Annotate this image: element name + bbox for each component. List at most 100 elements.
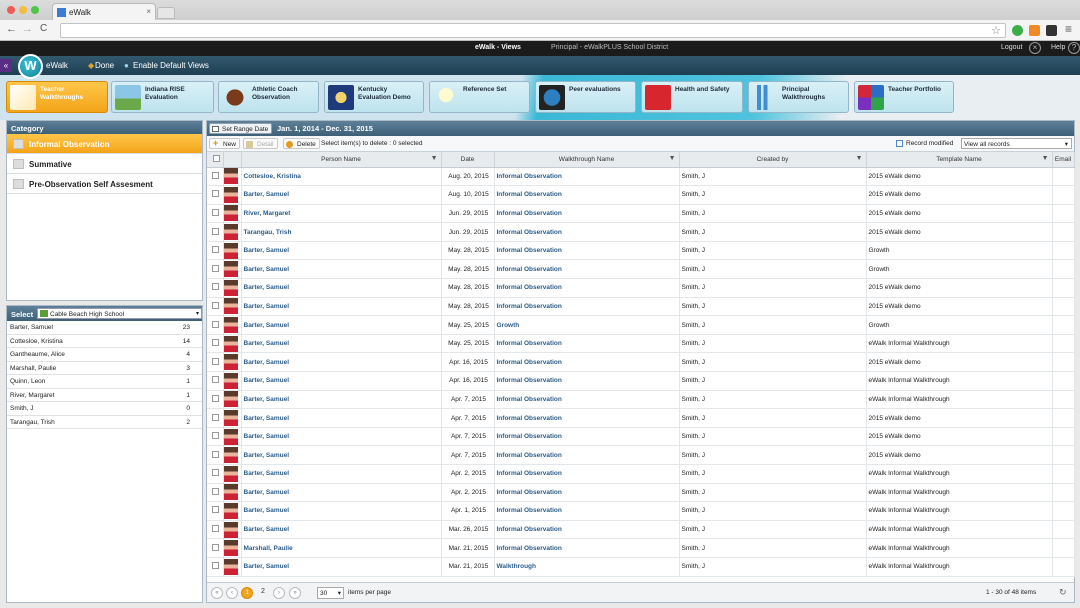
view-tile-kentucky-evaluation-demo[interactable]: Kentucky Evaluation Demo [324, 81, 424, 113]
person-list-item[interactable]: Marshall, Paulie 3 [7, 362, 202, 375]
person-name-cell[interactable]: Barter, Samuel [241, 408, 442, 428]
logout-link[interactable]: Logout [1001, 44, 1022, 51]
category-item[interactable]: Pre-Observation Self Assesment [7, 174, 202, 194]
walkthrough-name-cell[interactable]: Informal Observation [494, 241, 680, 261]
enable-default-views-button[interactable]: Enable Default Views [133, 61, 209, 70]
table-row[interactable]: Barter, Samuel Aug. 10, 2015 Informal Obse… [207, 185, 1075, 205]
table-row[interactable]: Barter, Samuel Mar. 26, 2015 Informal Obse… [207, 520, 1075, 540]
row-checkbox[interactable] [212, 413, 219, 421]
next-page-button[interactable]: › [273, 587, 285, 599]
table-row[interactable]: Cottesloe, Kristina Aug. 20, 2015 Informal… [207, 167, 1075, 187]
close-tab-icon[interactable]: × [146, 7, 151, 16]
filter-icon[interactable]: ▼ [669, 155, 676, 162]
person-name-cell[interactable]: River, Margaret [241, 204, 442, 224]
filter-icon[interactable]: ▼ [1042, 155, 1049, 162]
prev-page-button[interactable]: ‹ [226, 587, 238, 599]
view-tile-peer-evaluations[interactable]: Peer evaluations [535, 81, 636, 113]
walkthrough-name-cell[interactable]: Informal Observation [494, 408, 680, 428]
items-per-page-select[interactable]: 30 ▾ [317, 587, 344, 599]
person-list-item[interactable]: Gantheaume, Alice 4 [7, 348, 202, 362]
minimize-window-button[interactable] [19, 6, 27, 14]
person-name-cell[interactable]: Marshall, Paulie [241, 538, 442, 558]
detail-button[interactable]: Detail [243, 138, 278, 149]
record-modified-checkbox[interactable] [896, 140, 903, 147]
person-list-item[interactable]: River, Margaret 1 [7, 389, 202, 402]
first-page-button[interactable]: « [211, 587, 223, 599]
person-list-item[interactable]: Barter, Samuel 23 [7, 321, 202, 335]
table-row[interactable]: Barter, Samuel Apr. 7, 2015 Informal Obser… [207, 408, 1075, 428]
done-button[interactable]: Done [95, 61, 114, 70]
school-select[interactable]: Cable Beach High School ▾ [37, 308, 202, 319]
row-checkbox[interactable] [212, 376, 219, 384]
column-created-by[interactable]: Created by ▼ [679, 152, 867, 168]
table-row[interactable]: Tarangau, Trish Jun. 29, 2015 Informal Obs… [207, 222, 1075, 242]
walkthrough-name-cell[interactable]: Growth [494, 315, 680, 335]
table-row[interactable]: Barter, Samuel May. 28, 2015 Informal Obse… [207, 259, 1075, 280]
row-checkbox[interactable] [212, 562, 219, 570]
row-checkbox[interactable] [212, 432, 219, 440]
table-row[interactable]: Barter, Samuel May. 28, 2015 Informal Obse… [207, 278, 1075, 298]
walkthrough-name-cell[interactable]: Informal Observation [494, 185, 680, 205]
table-row[interactable]: Barter, Samuel Apr. 16, 2015 Informal Obse… [207, 371, 1075, 391]
set-range-date-button[interactable]: Set Range Date [209, 123, 272, 134]
refresh-icon[interactable]: ↻ [1059, 587, 1067, 598]
walkthrough-name-cell[interactable]: Informal Observation [494, 259, 680, 280]
person-name-cell[interactable]: Barter, Samuel [241, 557, 442, 577]
person-name-cell[interactable]: Barter, Samuel [241, 371, 442, 391]
view-tile-health-and-safety[interactable]: Health and Safety [641, 81, 743, 113]
walkthrough-name-cell[interactable]: Informal Observation [494, 278, 680, 298]
column-date[interactable]: Date [441, 152, 495, 168]
person-name-cell[interactable]: Barter, Samuel [241, 352, 442, 373]
table-row[interactable]: Barter, Samuel Apr. 7, 2015 Informal Obser… [207, 390, 1075, 410]
row-checkbox[interactable] [212, 320, 219, 328]
row-checkbox[interactable] [212, 506, 219, 514]
row-checkbox[interactable] [212, 357, 219, 365]
person-name-cell[interactable]: Barter, Samuel [241, 259, 442, 280]
view-filter-select[interactable]: View all records ▾ [961, 138, 1072, 149]
table-row[interactable]: Barter, Samuel May. 28, 2015 Informal Obse… [207, 241, 1075, 261]
walkthrough-name-cell[interactable]: Informal Observation [494, 427, 680, 447]
walkthrough-name-cell[interactable]: Informal Observation [494, 390, 680, 410]
row-checkbox[interactable] [212, 525, 219, 533]
last-page-button[interactable]: » [289, 587, 301, 599]
table-row[interactable]: Barter, Samuel Mar. 21, 2015 Walkthrough Sm… [207, 557, 1075, 577]
extension-evernote-icon[interactable] [1012, 25, 1023, 36]
row-checkbox[interactable] [212, 227, 219, 235]
person-name-cell[interactable]: Tarangau, Trish [241, 222, 442, 242]
filter-icon[interactable]: ▼ [431, 155, 438, 162]
row-checkbox[interactable] [212, 450, 219, 458]
row-checkbox[interactable] [212, 208, 219, 216]
person-name-cell[interactable]: Barter, Samuel [241, 520, 442, 540]
reload-icon[interactable]: C [40, 23, 47, 34]
category-item[interactable]: Summative [7, 154, 202, 174]
view-tile-teacher-walkthroughs[interactable]: Teacher Walkthroughs [6, 81, 108, 113]
person-name-cell[interactable]: Barter, Samuel [241, 483, 442, 503]
person-list-item[interactable]: Quinn, Leon 1 [7, 375, 202, 389]
browser-menu-icon[interactable]: ≡ [1065, 22, 1072, 36]
forward-arrow-icon[interactable]: → [22, 23, 33, 35]
row-checkbox[interactable] [212, 469, 219, 477]
walkthrough-name-cell[interactable]: Informal Observation [494, 483, 680, 503]
view-tile-athletic-coach-observation[interactable]: Athletic Coach Observation [218, 81, 319, 113]
view-tile-indiana-rise-evaluation[interactable]: Indiana RISE Evaluation [111, 81, 214, 113]
bookmark-star-icon[interactable]: ☆ [991, 24, 1001, 37]
person-name-cell[interactable]: Barter, Samuel [241, 334, 442, 354]
person-name-cell[interactable]: Barter, Samuel [241, 278, 442, 298]
person-name-cell[interactable]: Cottesloe, Kristina [241, 167, 442, 187]
walkthrough-name-cell[interactable]: Informal Observation [494, 520, 680, 540]
table-row[interactable]: Barter, Samuel Apr. 7, 2015 Informal Obser… [207, 445, 1075, 465]
table-row[interactable]: Barter, Samuel Apr. 1, 2015 Informal Obser… [207, 501, 1075, 521]
walkthrough-name-cell[interactable]: Informal Observation [494, 464, 680, 484]
row-checkbox[interactable] [212, 264, 219, 272]
page-1-button[interactable]: 1 [241, 587, 253, 599]
person-list-item[interactable]: Cottesloe, Kristina 14 [7, 335, 202, 348]
row-checkbox[interactable] [212, 171, 219, 179]
table-row[interactable]: Marshall, Paulie Mar. 21, 2015 Informal Ob… [207, 538, 1075, 558]
view-tile-teacher-portfolio[interactable]: Teacher Portfolio [854, 81, 954, 113]
person-name-cell[interactable]: Barter, Samuel [241, 445, 442, 465]
person-name-cell[interactable]: Barter, Samuel [241, 185, 442, 205]
walkthrough-name-cell[interactable]: Informal Observation [494, 167, 680, 187]
record-modified-toggle[interactable]: Record modified [896, 140, 953, 147]
table-row[interactable]: Barter, Samuel Apr. 2, 2015 Informal Obser… [207, 483, 1075, 503]
column-email[interactable]: Email [1052, 152, 1075, 168]
